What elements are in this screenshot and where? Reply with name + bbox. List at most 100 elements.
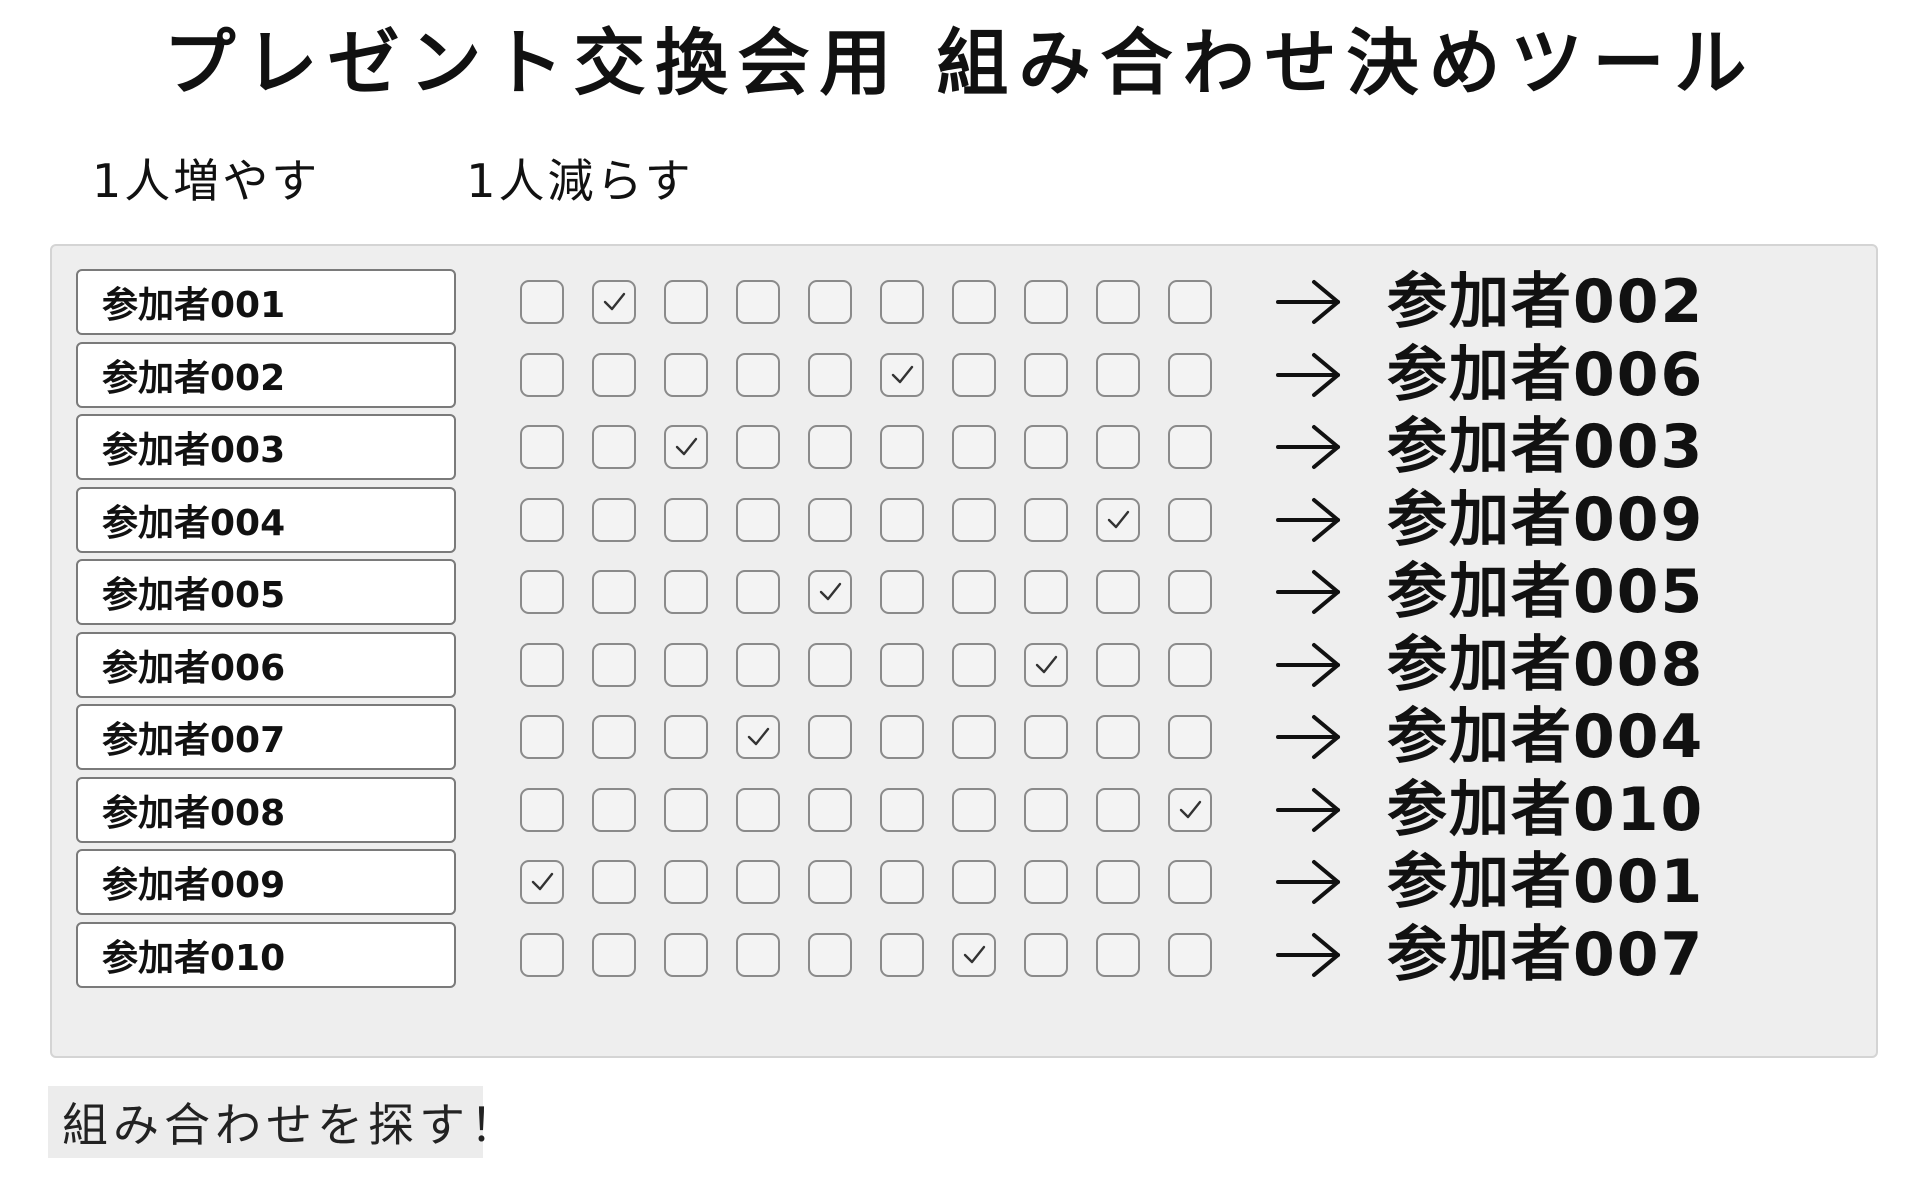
assignment-checkbox[interactable] (1096, 570, 1140, 614)
assignment-checkbox[interactable] (592, 570, 636, 614)
assignment-checkbox[interactable] (880, 860, 924, 904)
assignment-checkbox[interactable] (736, 787, 780, 832)
remove-participant-button[interactable]: 1人減らす (466, 150, 693, 212)
assignment-checkbox[interactable] (1096, 497, 1140, 542)
assignment-checkbox[interactable] (1168, 715, 1212, 759)
assignment-checkbox[interactable] (1024, 860, 1068, 904)
assignment-checkbox[interactable] (808, 860, 852, 904)
assignment-checkbox[interactable] (592, 860, 636, 904)
assignment-checkbox[interactable] (1024, 425, 1068, 469)
assignment-checkbox[interactable] (520, 787, 564, 832)
assignment-checkbox[interactable] (664, 642, 708, 687)
assignment-checkbox[interactable] (520, 352, 564, 397)
assignment-checkbox[interactable] (736, 715, 780, 759)
assignment-checkbox[interactable] (592, 280, 636, 324)
assignment-checkbox[interactable] (880, 280, 924, 324)
assignment-checkbox[interactable] (592, 932, 636, 977)
assignment-checkbox[interactable] (1168, 352, 1212, 397)
assignment-checkbox[interactable] (1168, 280, 1212, 324)
assignment-checkbox[interactable] (520, 497, 564, 542)
assignment-checkbox[interactable] (664, 497, 708, 542)
assignment-checkbox[interactable] (592, 787, 636, 832)
participant-name-input[interactable] (76, 776, 456, 843)
assignment-checkbox[interactable] (808, 715, 852, 759)
assignment-checkbox[interactable] (952, 787, 996, 832)
assignment-checkbox[interactable] (520, 570, 564, 614)
assignment-checkbox[interactable] (520, 425, 564, 469)
assignment-checkbox[interactable] (808, 280, 852, 324)
assignment-checkbox[interactable] (1096, 425, 1140, 469)
assignment-checkbox[interactable] (952, 570, 996, 614)
assignment-checkbox[interactable] (1168, 787, 1212, 832)
assignment-checkbox[interactable] (736, 860, 780, 904)
assignment-checkbox[interactable] (1168, 860, 1212, 904)
assignment-checkbox[interactable] (880, 715, 924, 759)
assignment-checkbox[interactable] (1168, 570, 1212, 614)
assignment-checkbox[interactable] (664, 352, 708, 397)
assignment-checkbox[interactable] (664, 425, 708, 469)
assignment-checkbox[interactable] (880, 932, 924, 977)
assignment-checkbox[interactable] (1096, 787, 1140, 832)
participant-name-input[interactable] (76, 921, 456, 988)
assignment-checkbox[interactable] (880, 787, 924, 832)
assignment-checkbox[interactable] (736, 497, 780, 542)
assignment-checkbox[interactable] (664, 715, 708, 759)
assignment-checkbox[interactable] (736, 932, 780, 977)
participant-name-input[interactable] (76, 631, 456, 698)
assignment-checkbox[interactable] (952, 860, 996, 904)
assignment-checkbox[interactable] (520, 860, 564, 904)
assignment-checkbox[interactable] (592, 642, 636, 687)
participant-name-input[interactable] (76, 704, 456, 770)
assignment-checkbox[interactable] (520, 280, 564, 324)
assignment-checkbox[interactable] (664, 932, 708, 977)
assignment-checkbox[interactable] (736, 280, 780, 324)
assignment-checkbox[interactable] (952, 352, 996, 397)
assignment-checkbox[interactable] (952, 280, 996, 324)
participant-name-input[interactable] (76, 486, 456, 553)
assignment-checkbox[interactable] (736, 570, 780, 614)
assignment-checkbox[interactable] (664, 787, 708, 832)
participant-name-input[interactable] (76, 341, 456, 408)
assignment-checkbox[interactable] (520, 715, 564, 759)
assignment-checkbox[interactable] (952, 932, 996, 977)
assignment-checkbox[interactable] (1024, 715, 1068, 759)
add-participant-button[interactable]: 1人増やす (92, 150, 320, 212)
assignment-checkbox[interactable] (664, 860, 708, 904)
assignment-checkbox[interactable] (1024, 642, 1068, 687)
assignment-checkbox[interactable] (952, 497, 996, 542)
assignment-checkbox[interactable] (1024, 352, 1068, 397)
assignment-checkbox[interactable] (592, 715, 636, 759)
assignment-checkbox[interactable] (808, 932, 852, 977)
assignment-checkbox[interactable] (736, 425, 780, 469)
assignment-checkbox[interactable] (952, 715, 996, 759)
assignment-checkbox[interactable] (808, 425, 852, 469)
assignment-checkbox[interactable] (592, 425, 636, 469)
assignment-checkbox[interactable] (736, 352, 780, 397)
assignment-checkbox[interactable] (808, 497, 852, 542)
assignment-checkbox[interactable] (1096, 715, 1140, 759)
assignment-checkbox[interactable] (880, 570, 924, 614)
assignment-checkbox[interactable] (1024, 497, 1068, 542)
assignment-checkbox[interactable] (1024, 570, 1068, 614)
assignment-checkbox[interactable] (1168, 932, 1212, 977)
assignment-checkbox[interactable] (880, 497, 924, 542)
assignment-checkbox[interactable] (1024, 787, 1068, 832)
participant-name-input[interactable] (76, 414, 456, 480)
assignment-checkbox[interactable] (1096, 642, 1140, 687)
assignment-checkbox[interactable] (880, 352, 924, 397)
assignment-checkbox[interactable] (1024, 280, 1068, 324)
assignment-checkbox[interactable] (520, 642, 564, 687)
assignment-checkbox[interactable] (952, 425, 996, 469)
assignment-checkbox[interactable] (808, 642, 852, 687)
assignment-checkbox[interactable] (664, 280, 708, 324)
find-combination-button[interactable]: 組み合わせを探す！ (48, 1086, 516, 1158)
assignment-checkbox[interactable] (952, 642, 996, 687)
assignment-checkbox[interactable] (1096, 280, 1140, 324)
assignment-checkbox[interactable] (664, 570, 708, 614)
assignment-checkbox[interactable] (808, 787, 852, 832)
assignment-checkbox[interactable] (592, 352, 636, 397)
assignment-checkbox[interactable] (1168, 497, 1212, 542)
assignment-checkbox[interactable] (880, 642, 924, 687)
participant-name-input[interactable] (76, 849, 456, 915)
assignment-checkbox[interactable] (736, 642, 780, 687)
